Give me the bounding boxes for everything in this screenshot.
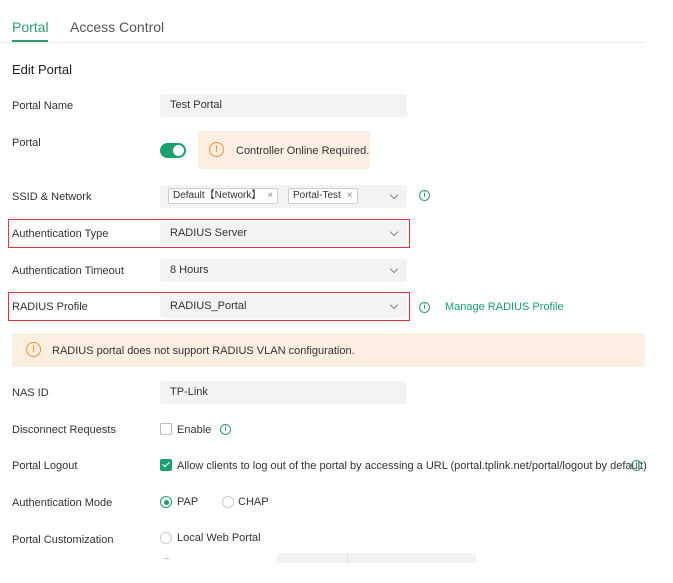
portal-logout-option[interactable]: Allow clients to log out of the portal b… xyxy=(177,459,647,473)
radius-warning-text: RADIUS portal does not support RADIUS VL… xyxy=(52,345,355,357)
portal-toggle[interactable] xyxy=(160,143,186,158)
page-title: Edit Portal xyxy=(12,62,72,77)
controller-warning-box: ! Controller Online Required. xyxy=(198,131,370,169)
tab-divider xyxy=(0,42,645,43)
portal-label: Portal xyxy=(12,137,41,149)
chap-option[interactable]: CHAP xyxy=(238,495,269,509)
authentication-timeout-select[interactable]: 8 Hours xyxy=(160,259,407,282)
radio-partial xyxy=(163,558,170,562)
disconnect-requests-option[interactable]: Enable xyxy=(177,423,211,437)
portal-logout-label: Portal Logout xyxy=(12,460,78,472)
authentication-timeout-value: 8 Hours xyxy=(170,264,209,276)
info-icon[interactable]: i xyxy=(419,302,430,313)
ssid-network-label: SSID & Network xyxy=(12,191,92,203)
manage-radius-profile-link[interactable]: Manage RADIUS Profile xyxy=(445,301,564,313)
ssid-chip[interactable]: Default【Network】 × xyxy=(168,188,279,204)
nas-id-label: NAS ID xyxy=(12,387,49,399)
local-web-portal-option[interactable]: Local Web Portal xyxy=(177,531,261,545)
nas-id-input[interactable]: TP-Link xyxy=(160,381,407,404)
radius-warning-banner: ! RADIUS portal does not support RADIUS … xyxy=(12,333,645,367)
divider xyxy=(347,553,348,563)
controller-warning-text: Controller Online Required. xyxy=(236,145,370,157)
chevron-down-icon xyxy=(389,264,399,274)
authentication-type-label: Authentication Type xyxy=(12,228,109,240)
tab-portal[interactable]: Portal xyxy=(12,18,49,36)
warning-icon: ! xyxy=(26,342,41,357)
pap-radio[interactable] xyxy=(160,496,172,508)
chevron-down-icon xyxy=(389,227,399,237)
chap-radio[interactable] xyxy=(222,496,234,508)
local-web-portal-radio[interactable] xyxy=(160,532,172,544)
chevron-down-icon xyxy=(389,300,399,310)
partial-field xyxy=(277,553,476,563)
info-icon[interactable]: i xyxy=(631,460,642,471)
ssid-chip-label: Portal-Test xyxy=(293,190,341,201)
radius-profile-value: RADIUS_Portal xyxy=(170,300,247,312)
radius-profile-label: RADIUS Profile xyxy=(12,301,88,313)
authentication-mode-label: Authentication Mode xyxy=(12,497,113,509)
ssid-network-select[interactable]: Default【Network】 × Portal-Test × xyxy=(160,185,407,208)
toggle-knob xyxy=(173,145,184,156)
info-icon[interactable]: i xyxy=(220,424,231,435)
tab-access-control[interactable]: Access Control xyxy=(70,18,164,36)
portal-name-input[interactable]: Test Portal xyxy=(160,94,407,117)
radius-profile-select[interactable]: RADIUS_Portal xyxy=(160,295,407,318)
portal-customization-label: Portal Customization xyxy=(12,534,114,546)
authentication-type-select[interactable]: RADIUS Server xyxy=(160,222,407,245)
disconnect-requests-checkbox[interactable] xyxy=(160,423,172,435)
chevron-down-icon xyxy=(389,190,399,200)
authentication-timeout-label: Authentication Timeout xyxy=(12,265,124,277)
ssid-chip[interactable]: Portal-Test × xyxy=(288,188,358,204)
close-icon[interactable]: × xyxy=(347,190,353,201)
disconnect-requests-label: Disconnect Requests xyxy=(12,424,116,436)
pap-option[interactable]: PAP xyxy=(177,495,198,509)
ssid-chip-label: Default【Network】 xyxy=(173,190,262,201)
warning-icon: ! xyxy=(209,142,224,157)
portal-name-label: Portal Name xyxy=(12,100,74,112)
close-icon[interactable]: × xyxy=(267,190,273,201)
portal-logout-checkbox[interactable] xyxy=(160,459,172,471)
info-icon[interactable]: i xyxy=(419,190,430,201)
authentication-type-value: RADIUS Server xyxy=(170,227,248,239)
